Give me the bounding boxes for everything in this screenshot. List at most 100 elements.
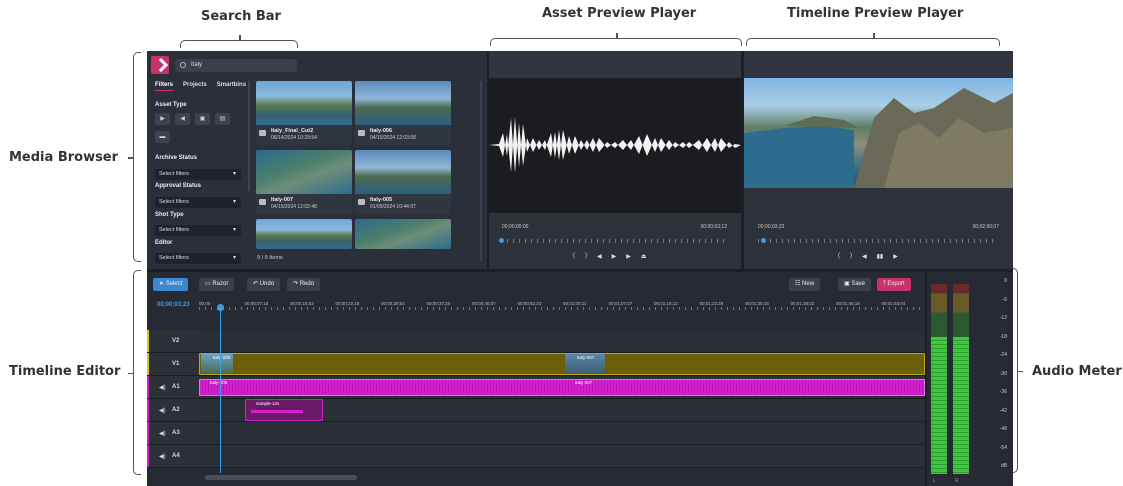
asset-scrub-handle[interactable] (499, 238, 504, 243)
editor-select[interactable]: Select filters (155, 253, 241, 264)
track-v2: V2 (147, 330, 925, 353)
ruler-label: 00;00;22;18 (335, 301, 360, 306)
filters-scrollbar[interactable] (248, 81, 250, 191)
audio-clip[interactable]: sample-12s (245, 399, 323, 421)
asset-start-timecode: 00;00;00;00 (502, 224, 529, 230)
mark-out-icon[interactable]: ) (850, 253, 852, 260)
speaker-icon[interactable]: ◀) (159, 407, 166, 414)
search-input[interactable]: Italy (175, 59, 297, 72)
folder-type-icon[interactable]: ▬ (155, 131, 170, 143)
ruler-ticks (199, 307, 925, 310)
meter-scale-label: -42 (999, 407, 1007, 414)
timeline-scrubber[interactable] (758, 239, 998, 243)
asset-name: Italy-005 (370, 197, 393, 203)
tab-smartbins[interactable]: Smartbins (217, 82, 246, 91)
step-back-icon[interactable]: ◀ (862, 253, 867, 260)
meter-channel-level (931, 337, 947, 474)
video-clip[interactable]: Italy-006 (201, 354, 233, 374)
meter-scale-label: -6 (1002, 296, 1007, 303)
timeline-horizontal-scrollbar[interactable] (205, 475, 357, 480)
ruler-label: 00;00 (199, 301, 211, 306)
asset-scrubber[interactable] (501, 239, 729, 243)
ruler-label: 00;01;00;11 (563, 301, 587, 306)
asset-date: 06/14/2024 10:29:54 (271, 135, 317, 141)
ruler-label: 00;01;38;02 (790, 301, 815, 306)
app-logo[interactable] (151, 56, 169, 74)
asset-card[interactable] (256, 219, 352, 249)
track-name: V1 (172, 361, 180, 367)
step-back-icon[interactable]: ◀ (597, 253, 602, 260)
asset-card[interactable]: Italy-006 04/15/2024 12:03:08 (355, 81, 451, 145)
clip-name: Italy-006 (213, 355, 231, 360)
insert-clip-icon[interactable]: ⏏ (641, 253, 647, 260)
video-clip-track-fill[interactable] (199, 353, 925, 375)
editor-app: Italy Filters Projects Smartbins Asset T… (147, 51, 1013, 486)
speaker-icon[interactable]: ◀) (159, 384, 166, 391)
speaker-icon[interactable]: ◀) (159, 430, 166, 437)
grid-scrollbar[interactable] (480, 81, 482, 261)
pause-icon[interactable]: ▮▮ (877, 253, 884, 260)
archive-status-select[interactable]: Select filters (155, 169, 241, 180)
mark-out-icon[interactable]: ) (585, 253, 587, 260)
asset-card[interactable]: Italy-007 04/15/2024 12:02:48 (256, 150, 352, 214)
new-sequence-button[interactable]: ☷ New (789, 278, 821, 291)
browser-tabs: Filters Projects Smartbins (155, 82, 246, 91)
speaker-icon[interactable]: ◀) (159, 453, 166, 460)
asset-card[interactable]: Italy_Final_Cut2 06/14/2024 10:29:54 (256, 81, 352, 145)
meter-scale-label: -24 (999, 352, 1007, 358)
export-label: Export (887, 281, 905, 287)
video-type-icon[interactable]: ▶ (155, 113, 170, 125)
asset-thumbnail (256, 219, 352, 249)
track-header: ◀) A3 (147, 422, 199, 444)
channel-left-label: L (933, 478, 936, 484)
track-a1: ◀) A1 Italy-006 Italy-007 (147, 376, 925, 399)
mark-in-icon[interactable]: ( (838, 253, 840, 260)
redo-button[interactable]: ↷ Redo (287, 278, 321, 291)
video-icon (259, 199, 266, 205)
timeline-end-timecode: 00;02;00;07 (972, 224, 999, 230)
track-a2: ◀) A2 sample-12s (147, 399, 925, 422)
search-value: Italy (191, 62, 203, 68)
export-button[interactable]: ⤒ Export (877, 278, 911, 291)
save-label: Save (851, 281, 866, 287)
play-icon[interactable]: ▶ (612, 253, 617, 260)
video-clip[interactable]: Italy-007 (565, 354, 605, 374)
asset-type-buttons: ▶ ◀ ▣ ▤ (155, 113, 230, 125)
ruler-label: 00;00;07;16 (244, 301, 269, 306)
redo-label: Redo (299, 281, 315, 287)
track-a4: ◀) A4 (147, 445, 925, 468)
shot-type-select[interactable]: Select filters (155, 225, 241, 236)
track-name: A2 (172, 407, 180, 413)
track-header: V1 (147, 353, 199, 375)
annotation-asset-preview: Asset Preview Player (542, 6, 697, 21)
image-type-icon[interactable]: ▣ (195, 113, 210, 125)
save-button[interactable]: ▣ Save (838, 278, 872, 291)
approval-status-select[interactable]: Select filters (155, 197, 241, 208)
asset-thumbnail (355, 219, 451, 249)
track-header: ◀) A1 (147, 376, 199, 398)
ruler-label: 00;00;37;20 (426, 301, 451, 306)
audio-clip[interactable]: Italy-006 Italy-007 (199, 379, 925, 396)
step-forward-icon[interactable]: ▶ (626, 253, 631, 260)
step-forward-icon[interactable]: ▶ (893, 253, 898, 260)
asset-end-timecode: 00;00;03;12 (700, 224, 727, 230)
clip-waveform (251, 410, 303, 413)
meter-scale-label: -36 (999, 389, 1007, 395)
playhead[interactable] (217, 304, 224, 473)
timeline-editor: ➤ Select ▭ Razor ↶ Undo ↷ Redo ☷ New ▣ S… (147, 272, 936, 486)
shot-type-label: Shot Type (155, 212, 184, 218)
asset-card[interactable]: Italy-005 01/09/2024 10:44:07 (355, 150, 451, 214)
select-tool-button[interactable]: ➤ Select (153, 278, 189, 291)
audio-meter: 0 -6 -12 -18 -24 -30 -36 -42 -48 -54 dB L R (927, 272, 1013, 486)
tab-projects[interactable]: Projects (183, 82, 207, 91)
asset-card[interactable] (355, 219, 451, 249)
document-type-icon[interactable]: ▤ (215, 113, 230, 125)
track-name: A4 (172, 453, 180, 459)
tab-filters[interactable]: Filters (155, 82, 174, 91)
timeline-scrub-handle[interactable] (761, 238, 766, 243)
razor-tool-button[interactable]: ▭ Razor (199, 278, 235, 291)
undo-button[interactable]: ↶ Undo (247, 278, 281, 291)
timeline-preview-header (744, 51, 1013, 77)
mark-in-icon[interactable]: ( (573, 253, 575, 260)
audio-type-icon[interactable]: ◀ (175, 113, 190, 125)
